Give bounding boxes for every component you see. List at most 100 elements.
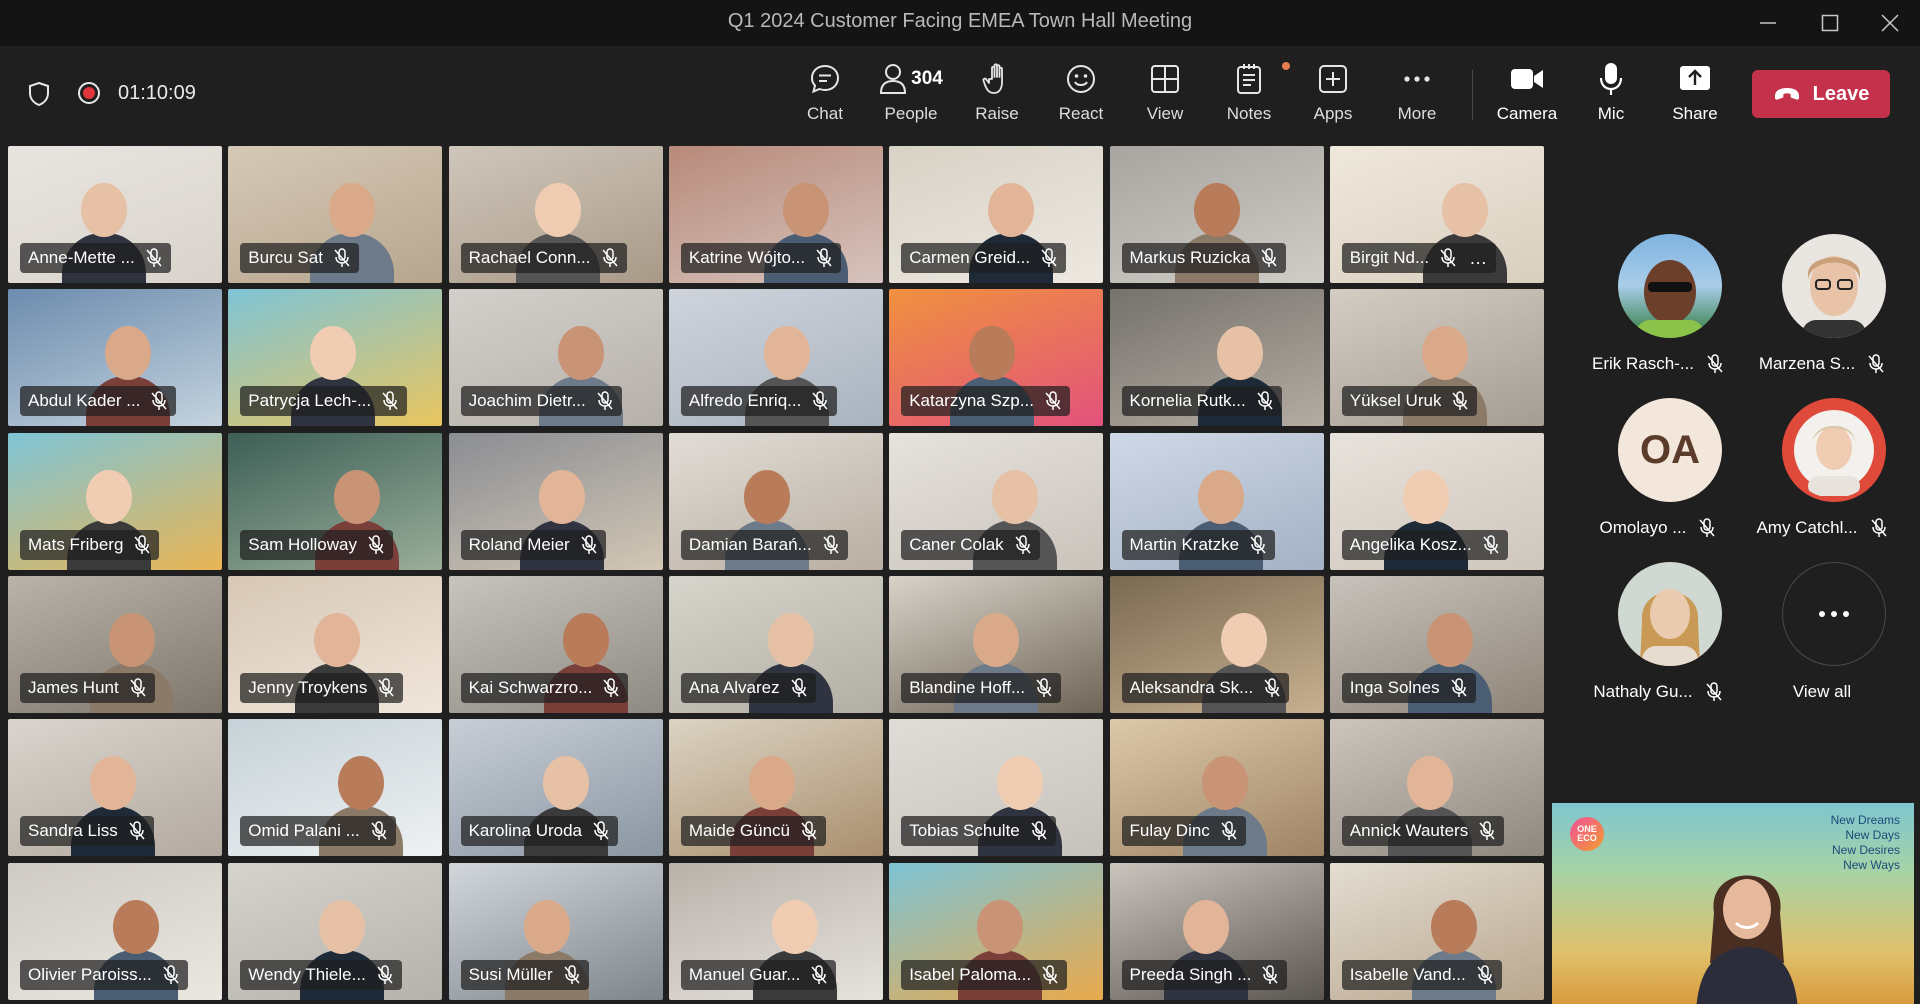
- participant-tile[interactable]: Jenny Troykens: [228, 575, 443, 713]
- mic-off-icon: [1451, 678, 1467, 697]
- participant-tile[interactable]: James Hunt: [8, 575, 222, 713]
- sidebar-participant[interactable]: Marzena S...: [1742, 234, 1902, 384]
- sidebar-participant[interactable]: OA Omolayo ...: [1578, 398, 1738, 548]
- participant-tile[interactable]: Susi Müller: [448, 862, 663, 1000]
- mic-button[interactable]: Mic: [1571, 60, 1651, 130]
- participant-tile[interactable]: Yüksel Uruk: [1329, 289, 1544, 427]
- toolbar-divider: [1472, 70, 1473, 120]
- participant-name: Joachim Dietr...: [468, 391, 586, 411]
- react-label: React: [1058, 104, 1104, 123]
- participant-head: [1193, 183, 1240, 237]
- participant-tile[interactable]: Rachael Conn...: [448, 146, 663, 283]
- mic-off-icon: [1483, 534, 1499, 554]
- close-icon[interactable]: [1860, 0, 1920, 46]
- share-button[interactable]: Share: [1655, 60, 1735, 130]
- participant-tile[interactable]: Alfredo Enriq...: [668, 289, 883, 427]
- chat-label: Chat: [807, 104, 843, 123]
- minimize-icon[interactable]: [1738, 0, 1798, 46]
- more-button[interactable]: More: [1377, 60, 1457, 130]
- participant-tile[interactable]: Maide Güncü: [668, 719, 883, 857]
- tile-more-icon[interactable]: …: [1469, 248, 1488, 269]
- apps-button[interactable]: Apps: [1293, 60, 1373, 130]
- mic-off-icon: [816, 248, 832, 267]
- self-view-video[interactable]: ONE ECO New Dreams New Days New Desires …: [1552, 803, 1914, 1004]
- chat-button[interactable]: Chat: [785, 60, 865, 130]
- view-all-label: View all: [1792, 682, 1852, 701]
- participant-tile[interactable]: Damian Barań...: [668, 432, 883, 570]
- participant-name: Carmen Greid...: [909, 248, 1031, 267]
- participant-tile[interactable]: Markus Ruzicka: [1109, 146, 1324, 283]
- participant-name: Yüksel Uruk: [1349, 391, 1442, 411]
- participant-tile[interactable]: Roland Meier: [448, 432, 663, 570]
- participant-tile[interactable]: Isabelle Vand...: [1329, 862, 1544, 1000]
- participant-tile[interactable]: Annick Wauters: [1329, 719, 1544, 857]
- maximize-icon[interactable]: [1800, 0, 1860, 46]
- hangup-icon: [1774, 88, 1799, 100]
- mic-off-icon: [823, 534, 839, 554]
- camera-button[interactable]: Camera: [1487, 60, 1567, 130]
- participant-name: Maide Güncü: [688, 821, 791, 841]
- participant-tile[interactable]: Patrycja Lech-...: [228, 289, 443, 427]
- sidebar-participant[interactable]: Nathaly Gu...: [1578, 562, 1738, 712]
- participant-tile[interactable]: Sam Holloway: [228, 432, 443, 570]
- participant-tile[interactable]: Kai Schwarzro...: [448, 575, 663, 713]
- notes-icon: [1235, 60, 1290, 98]
- presenter-figure: [1696, 875, 1798, 1004]
- participant-tile[interactable]: Katarzyna Szp...: [889, 289, 1104, 427]
- mic-off-icon: [1870, 518, 1887, 537]
- participant-tile[interactable]: Isabel Paloma...: [889, 862, 1104, 1000]
- shield-icon[interactable]: [28, 81, 50, 107]
- participant-name-tag: James Hunt: [20, 672, 155, 703]
- view-button[interactable]: View: [1125, 60, 1205, 130]
- participant-tile[interactable]: Manuel Guar...: [668, 862, 883, 1000]
- participant-tile[interactable]: Blandine Hoff...: [889, 575, 1104, 713]
- participant-tile[interactable]: Mats Friberg: [8, 432, 222, 570]
- participant-tile[interactable]: Olivier Paroiss...: [8, 862, 222, 1000]
- participant-name: Katarzyna Szp...: [909, 391, 1034, 411]
- participant-tile[interactable]: Wendy Thiele...: [228, 862, 443, 1000]
- mic-off-icon: [1868, 354, 1884, 373]
- participant-tile[interactable]: Tobias Schulte: [889, 719, 1104, 857]
- participant-name-tag: Angelika Kosz...: [1341, 529, 1508, 560]
- participant-tile[interactable]: Carmen Greid...: [889, 146, 1104, 283]
- view-all-button[interactable]: View all: [1742, 562, 1902, 712]
- participant-tile[interactable]: Preeda Singh ...: [1109, 862, 1324, 1000]
- react-button[interactable]: React: [1041, 60, 1121, 130]
- participant-tile[interactable]: Abdul Kader ...: [8, 289, 222, 427]
- participant-tile[interactable]: Birgit Nd... …: [1329, 146, 1544, 283]
- sidebar-participant[interactable]: Amy Catchl...: [1742, 398, 1902, 548]
- participant-name: Blandine Hoff...: [909, 677, 1026, 697]
- participant-tile[interactable]: Ana Alvarez: [668, 575, 883, 713]
- participant-head: [992, 469, 1039, 524]
- participant-tile[interactable]: Kornelia Rutk...: [1109, 289, 1324, 427]
- participant-tile[interactable]: Martin Kratzke: [1109, 432, 1324, 570]
- participant-tile[interactable]: Fulay Dinc: [1109, 719, 1324, 857]
- participant-tile[interactable]: Joachim Dietr...: [448, 289, 663, 427]
- participant-name: Manuel Guar...: [688, 964, 801, 984]
- participant-sidebar: Erik Rasch-... Marzena S... OA Omolayo .…: [1548, 146, 1920, 796]
- participant-name-tag: Tobias Schulte: [901, 816, 1056, 847]
- participant-tile[interactable]: Omid Palani ...: [228, 719, 443, 857]
- raise-hand-button[interactable]: Raise: [957, 60, 1037, 130]
- participant-tile[interactable]: Katrine Wójto...: [668, 146, 883, 283]
- people-button[interactable]: 304 People: [871, 60, 951, 130]
- participant-head: [81, 183, 128, 237]
- participant-tile[interactable]: Sandra Liss: [8, 719, 222, 857]
- sidebar-participant[interactable]: Erik Rasch-...: [1578, 234, 1738, 384]
- mic-off-icon: [603, 678, 619, 697]
- participant-tile[interactable]: Angelika Kosz...: [1329, 432, 1544, 570]
- participant-name: Birgit Nd...: [1349, 248, 1430, 267]
- leave-button[interactable]: Leave: [1752, 70, 1890, 118]
- participant-tile[interactable]: Caner Colak: [889, 432, 1104, 570]
- participant-name: Anne-Mette ...: [28, 248, 135, 267]
- notes-button[interactable]: Notes: [1209, 60, 1290, 130]
- participant-head: [85, 469, 132, 524]
- participant-tile[interactable]: Aleksandra Sk...: [1109, 575, 1324, 713]
- participant-tile[interactable]: Inga Solnes: [1329, 575, 1544, 713]
- participant-tile[interactable]: Karolina Uroda: [448, 719, 663, 857]
- participant-head: [562, 612, 609, 667]
- participant-name-tag: Wendy Thiele...: [240, 959, 402, 990]
- participant-tile[interactable]: Burcu Sat: [228, 146, 443, 283]
- participant-tile[interactable]: Anne-Mette ...: [8, 146, 222, 283]
- avatar: [1782, 398, 1886, 502]
